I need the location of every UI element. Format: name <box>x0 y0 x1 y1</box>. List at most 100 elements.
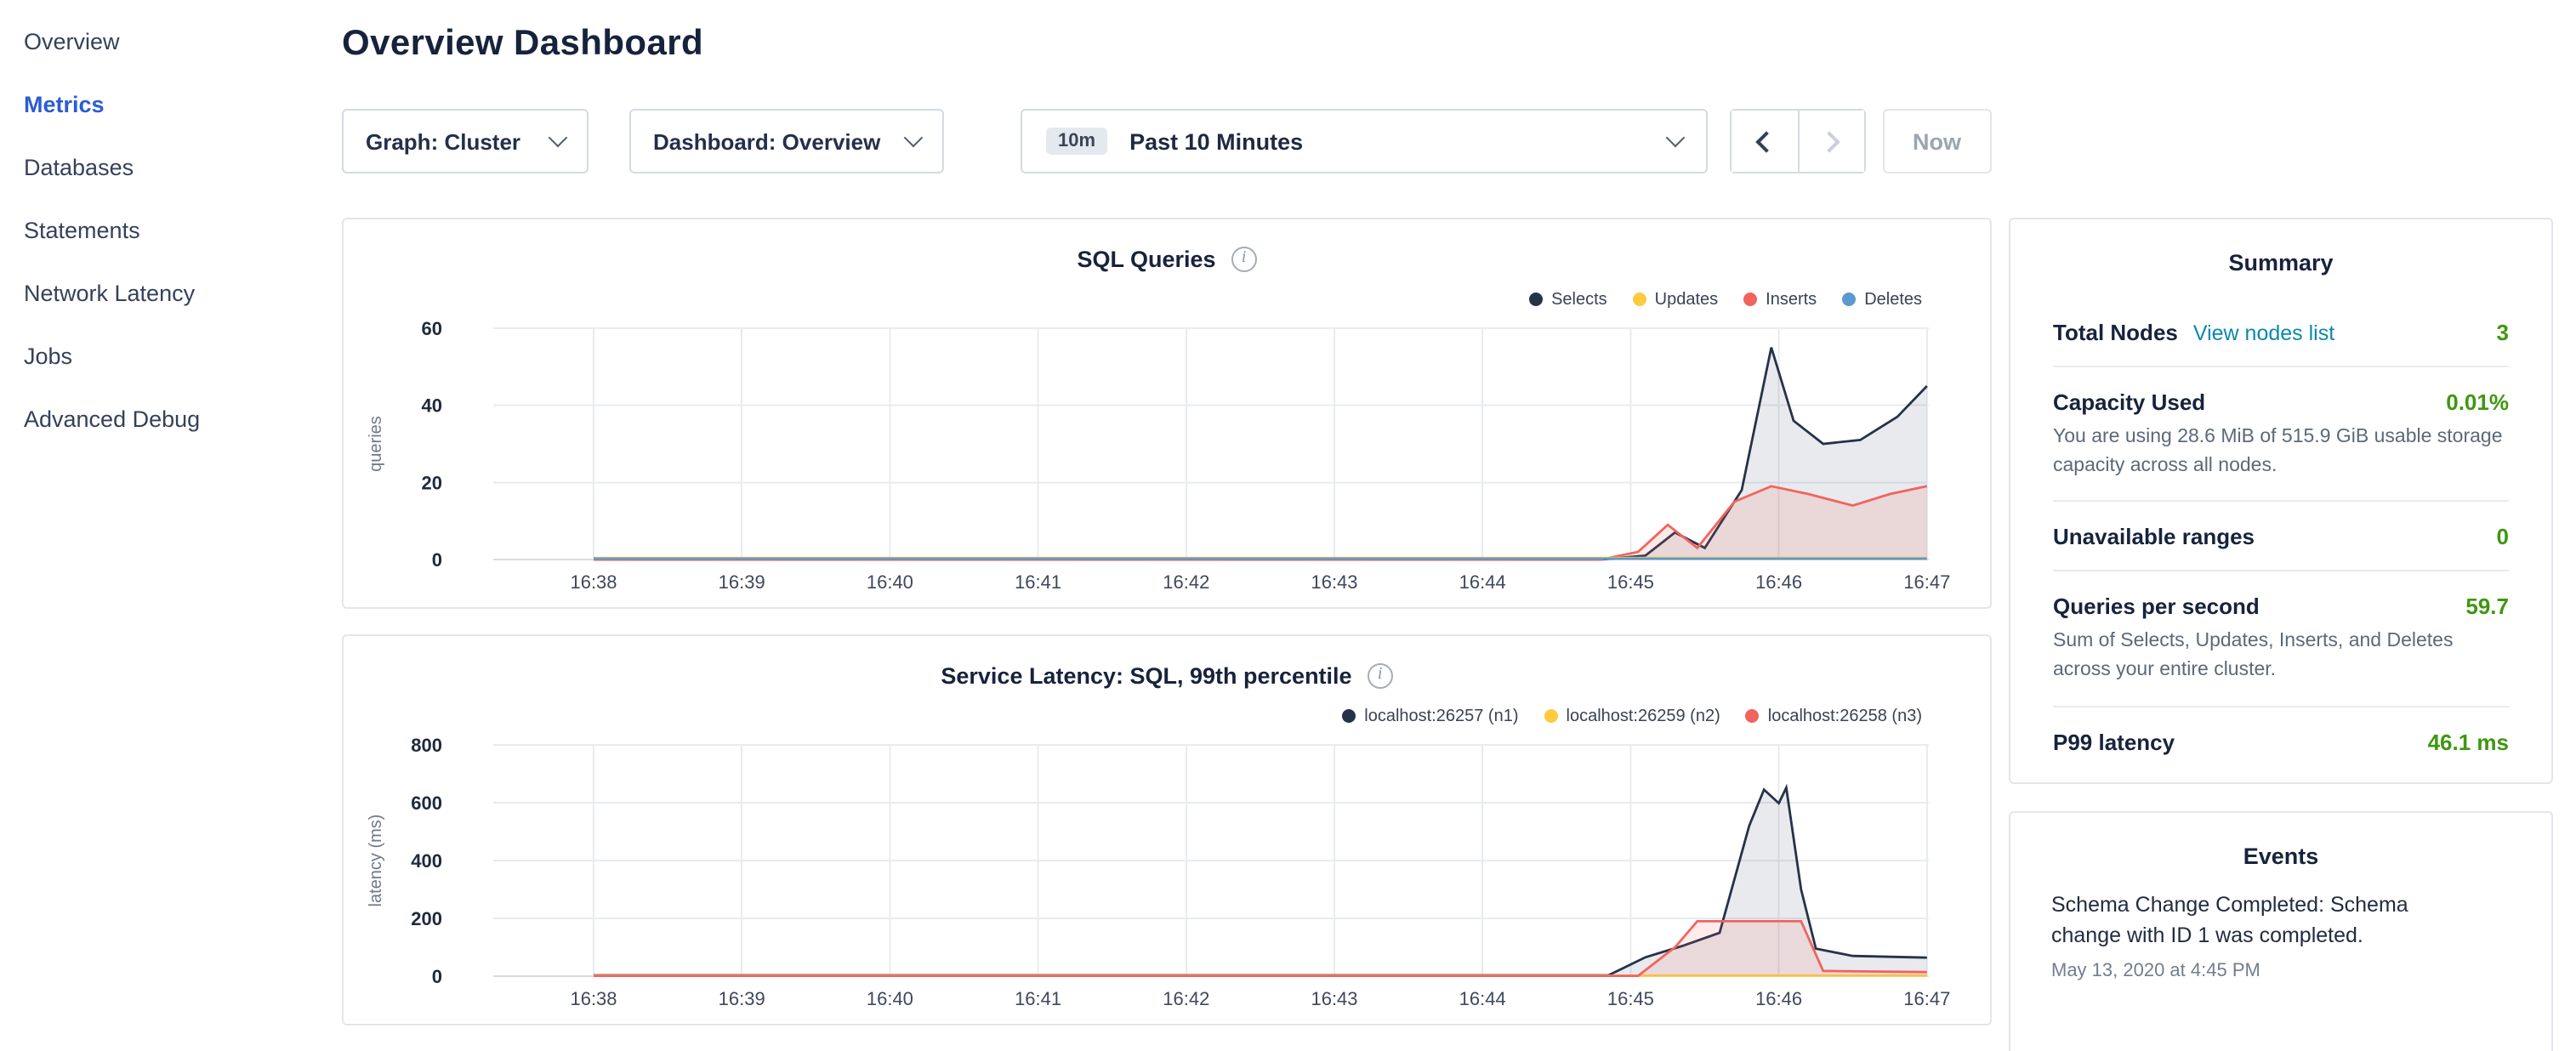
summary-row-value: 0 <box>2497 525 2509 550</box>
time-range-badge: 10m <box>1046 128 1107 155</box>
graph-dropdown-label: Graph: Cluster <box>366 128 520 154</box>
chevron-right-icon <box>1817 130 1839 151</box>
legend-item[interactable]: localhost:26257 (n1) <box>1342 707 1518 725</box>
x-tick-label: 16:41 <box>1015 988 1061 1009</box>
x-tick-label: 16:43 <box>1311 988 1357 1009</box>
chevron-down-icon <box>904 128 924 148</box>
x-tick-label: 16:40 <box>867 571 913 593</box>
legend-dot-icon <box>1544 709 1558 723</box>
y-axis-title: latency (ms) <box>367 815 385 907</box>
sidebar-item-jobs[interactable]: Jobs <box>0 325 333 388</box>
legend-label: Selects <box>1551 290 1607 309</box>
chart-legend: Selects Updates Inserts Deletes <box>344 287 1990 311</box>
events-panel: Events Schema Change Completed: Schema c… <box>2009 810 2553 1051</box>
graph-dropdown[interactable]: Graph: Cluster <box>342 109 589 173</box>
y-tick-label: 600 <box>411 793 442 814</box>
x-tick-label: 16:47 <box>1903 571 1950 593</box>
sidebar-item-network-latency[interactable]: Network Latency <box>0 262 333 325</box>
info-icon[interactable]: i <box>1368 662 1393 688</box>
summary-panel: Summary Total Nodes View nodes list 3 Ca… <box>2009 218 2553 783</box>
time-range-picker[interactable]: 10m Past 10 Minutes <box>1021 109 1707 173</box>
legend-dot-icon <box>1842 293 1856 306</box>
main-content: Overview Dashboard Graph: Cluster Dashbo… <box>342 0 1992 1025</box>
sidebar-item-statements[interactable]: Statements <box>0 199 333 262</box>
sidebar-item-databases[interactable]: Databases <box>0 136 333 199</box>
chart-legend: localhost:26257 (n1) localhost:26259 (n2)… <box>344 704 1990 728</box>
dashboard-dropdown[interactable]: Dashboard: Overview <box>629 109 944 173</box>
summary-row-description: Sum of Selects, Updates, Inserts, and De… <box>2053 628 2509 685</box>
legend-item[interactable]: localhost:26259 (n2) <box>1544 707 1720 725</box>
chart-title-row: SQL Queries i <box>344 240 1990 277</box>
page-title: Overview Dashboard <box>342 24 1992 65</box>
y-axis-title: queries <box>367 416 385 472</box>
summary-row-value: 46.1 ms <box>2428 729 2509 754</box>
sql-queries-panel: SQL Queries i Selects Updates Inserts Delet… <box>342 218 1992 609</box>
chart-title: SQL Queries <box>1077 246 1215 271</box>
sql-queries-plot[interactable]: 020406016:3816:3916:4016:4116:4216:4316:… <box>344 315 1993 604</box>
next-time-button[interactable] <box>1797 111 1863 172</box>
y-tick-label: 400 <box>411 850 442 872</box>
summary-row-queries-per-second: Queries per second 59.7 Sum of Selects, … <box>2053 572 2509 707</box>
x-tick-label: 16:45 <box>1607 988 1654 1009</box>
legend-dot-icon <box>1746 709 1760 723</box>
legend-label: Inserts <box>1766 290 1817 309</box>
time-range-value: Past 10 Minutes <box>1129 128 1303 154</box>
y-tick-label: 200 <box>411 908 442 929</box>
x-tick-label: 16:42 <box>1163 571 1209 593</box>
summary-row-capacity-used: Capacity Used 0.01% You are using 28.6 M… <box>2053 367 2509 503</box>
x-tick-label: 16:45 <box>1607 571 1654 593</box>
prev-time-button[interactable] <box>1731 111 1797 172</box>
legend-dot-icon <box>1342 709 1356 723</box>
summary-title: Summary <box>2010 250 2551 276</box>
summary-row-label: Capacity Used <box>2053 389 2205 415</box>
chevron-left-icon <box>1755 130 1777 151</box>
summary-row-total-nodes: Total Nodes View nodes list 3 <box>2053 296 2509 367</box>
x-tick-label: 16:39 <box>719 571 765 593</box>
legend-item[interactable]: Inserts <box>1743 290 1817 309</box>
x-tick-label: 16:38 <box>570 988 617 1009</box>
app-root: Overview Metrics Databases Statements Ne… <box>0 0 2576 1051</box>
legend-item[interactable]: Deletes <box>1842 290 1922 309</box>
info-icon[interactable]: i <box>1231 246 1257 271</box>
legend-item[interactable]: Selects <box>1529 290 1607 309</box>
service-latency-panel: Service Latency: SQL, 99th percentile i … <box>342 634 1992 1025</box>
legend-label: localhost:26258 (n3) <box>1768 707 1922 725</box>
summary-row-value: 3 <box>2497 320 2509 345</box>
event-item[interactable]: Schema Change Completed: Schema change w… <box>2010 889 2551 981</box>
chart-title: Service Latency: SQL, 99th percentile <box>941 662 1351 688</box>
legend-item[interactable]: Updates <box>1633 290 1719 309</box>
legend-dot-icon <box>1633 293 1646 306</box>
x-tick-label: 16:46 <box>1755 988 1802 1009</box>
dashboard-dropdown-label: Dashboard: Overview <box>653 128 880 154</box>
chevron-down-icon <box>549 128 568 148</box>
series-area <box>594 486 1927 560</box>
summary-row-label: Queries per second <box>2053 594 2260 620</box>
x-tick-label: 16:46 <box>1755 571 1802 593</box>
service-latency-plot[interactable]: 020040060080016:3816:3916:4016:4116:4216… <box>344 731 1993 1020</box>
chevron-down-icon <box>1665 128 1685 148</box>
legend-item[interactable]: localhost:26258 (n3) <box>1746 707 1922 725</box>
x-tick-label: 16:41 <box>1015 571 1061 593</box>
right-sidebar: Summary Total Nodes View nodes list 3 Ca… <box>2009 218 2553 1051</box>
y-tick-label: 0 <box>432 549 442 571</box>
legend-dot-icon <box>1743 293 1757 306</box>
event-timestamp: May 13, 2020 at 4:45 PM <box>2051 961 2511 981</box>
series-area <box>594 921 1927 976</box>
x-tick-label: 16:44 <box>1459 571 1506 593</box>
sidebar-item-overview[interactable]: Overview <box>0 10 333 73</box>
x-tick-label: 16:42 <box>1163 988 1209 1009</box>
sidebar-item-advanced-debug[interactable]: Advanced Debug <box>0 388 333 451</box>
summary-row-unavailable-ranges: Unavailable ranges 0 <box>2053 503 2509 572</box>
x-tick-label: 16:40 <box>867 988 913 1009</box>
sidebar: Overview Metrics Databases Statements Ne… <box>0 10 333 451</box>
x-tick-label: 16:38 <box>570 571 617 593</box>
view-nodes-list-link[interactable]: View nodes list <box>2193 321 2334 345</box>
summary-row-p99-latency: P99 latency 46.1 ms <box>2053 707 2509 781</box>
legend-label: localhost:26257 (n1) <box>1364 707 1518 725</box>
events-title: Events <box>2010 843 2551 868</box>
y-tick-label: 800 <box>411 735 442 756</box>
event-text: Schema Change Completed: Schema change w… <box>2051 889 2429 952</box>
now-button[interactable]: Now <box>1882 109 1992 173</box>
sidebar-item-metrics[interactable]: Metrics <box>0 73 333 136</box>
chart-title-row: Service Latency: SQL, 99th percentile i <box>344 656 1990 694</box>
